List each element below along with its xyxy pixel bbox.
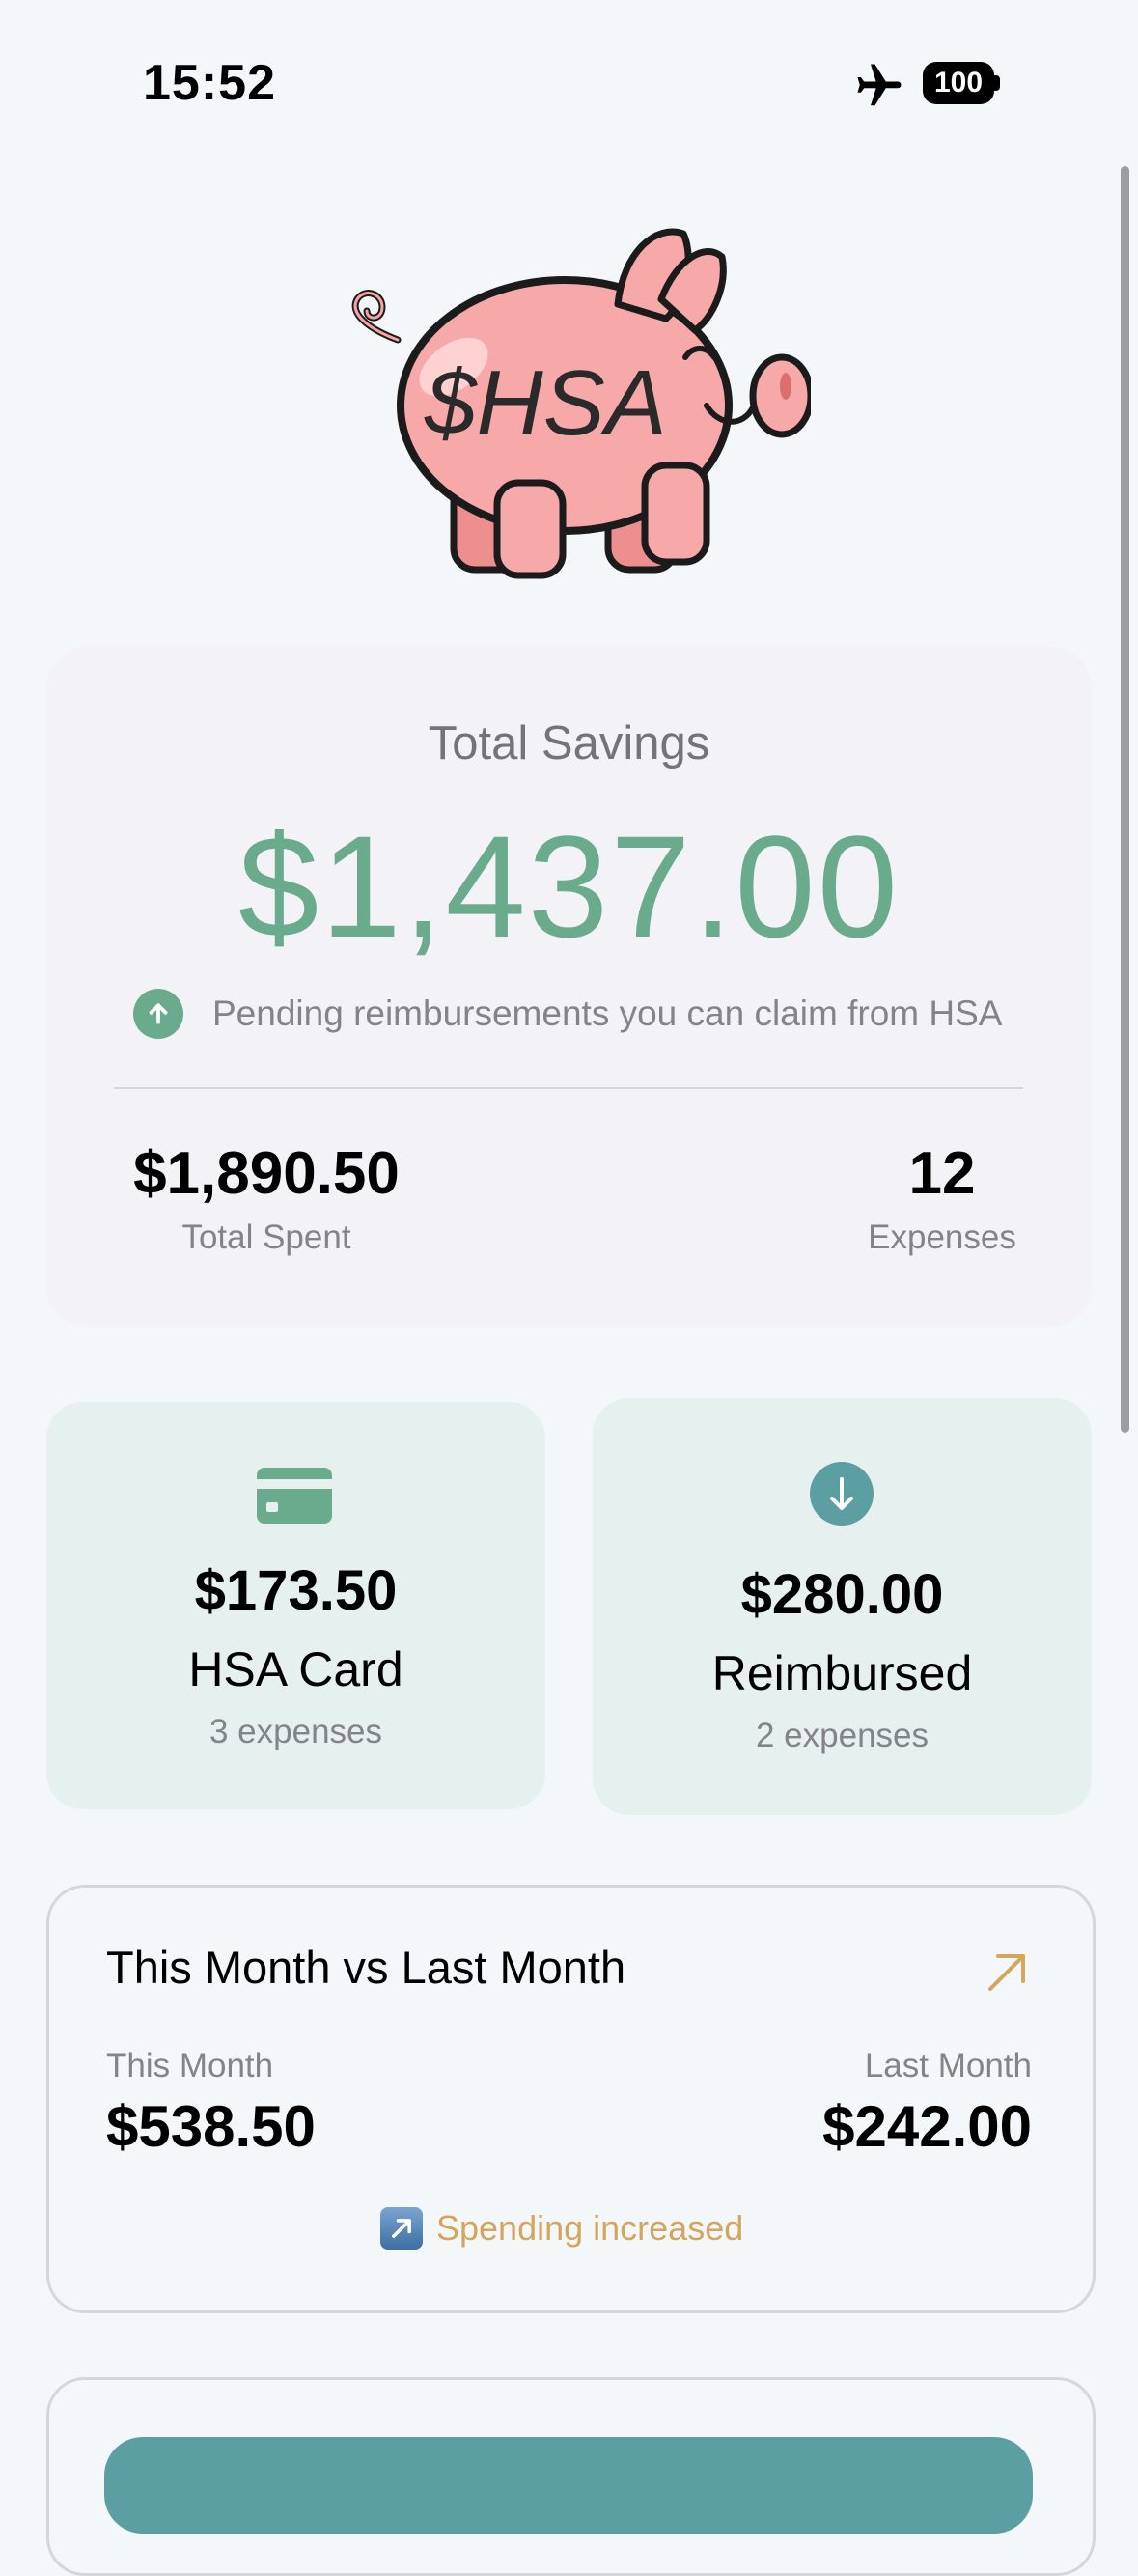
trend-up-icon xyxy=(380,2207,423,2250)
credit-card-icon xyxy=(257,1468,332,1524)
reimbursed-label: Reimbursed xyxy=(711,1646,973,1700)
hsa-card-amount: $173.50 xyxy=(194,1559,398,1622)
comparison-title: This Month vs Last Month xyxy=(106,1942,626,1993)
battery-indicator: 100 xyxy=(923,62,1000,104)
trend-text: Spending increased xyxy=(436,2208,744,2248)
last-month-value: $242.00 xyxy=(822,2094,1032,2159)
hsa-card-tile[interactable]: $173.50 HSA Card 3 expenses xyxy=(46,1402,545,1809)
pending-text: Pending reimbursements you can claim fro… xyxy=(212,994,1003,1033)
scrollbar[interactable] xyxy=(1121,166,1129,1433)
arrow-up-circle-icon xyxy=(133,989,183,1039)
total-spent-label: Total Spent xyxy=(181,1218,351,1256)
this-month-label: This Month xyxy=(106,2047,274,2085)
savings-title: Total Savings xyxy=(428,717,710,770)
trend-row: Spending increased xyxy=(380,2207,743,2250)
pending-row: Pending reimbursements you can claim fro… xyxy=(133,989,1002,1039)
reimbursed-amount: $280.00 xyxy=(740,1563,944,1626)
piggy-bank-logo: $HSA xyxy=(351,228,811,579)
total-spent-value: $1,890.50 xyxy=(133,1140,400,1207)
primary-action-button[interactable] xyxy=(104,2437,1033,2534)
expenses-count: 12 xyxy=(908,1140,976,1207)
last-month-label: Last Month xyxy=(864,2047,1032,2085)
hsa-card-count: 3 expenses xyxy=(208,1713,383,1750)
reimbursed-count: 2 expenses xyxy=(755,1717,930,1754)
status-time: 15:52 xyxy=(143,55,276,111)
arrow-down-circle-icon xyxy=(810,1462,874,1526)
savings-amount: $1,437.00 xyxy=(237,805,901,967)
battery-level: 100 xyxy=(933,67,984,98)
divider xyxy=(114,1087,1023,1089)
expenses-label: Expenses xyxy=(868,1218,1016,1256)
hsa-card-label: HSA Card xyxy=(188,1642,403,1696)
piggy-text: $HSA xyxy=(424,351,667,455)
reimbursed-tile[interactable]: $280.00 Reimbursed 2 expenses xyxy=(593,1398,1092,1815)
this-month-value: $538.50 xyxy=(106,2094,316,2159)
airplane-icon xyxy=(857,64,902,106)
arrow-up-right-icon xyxy=(988,1954,1025,1991)
